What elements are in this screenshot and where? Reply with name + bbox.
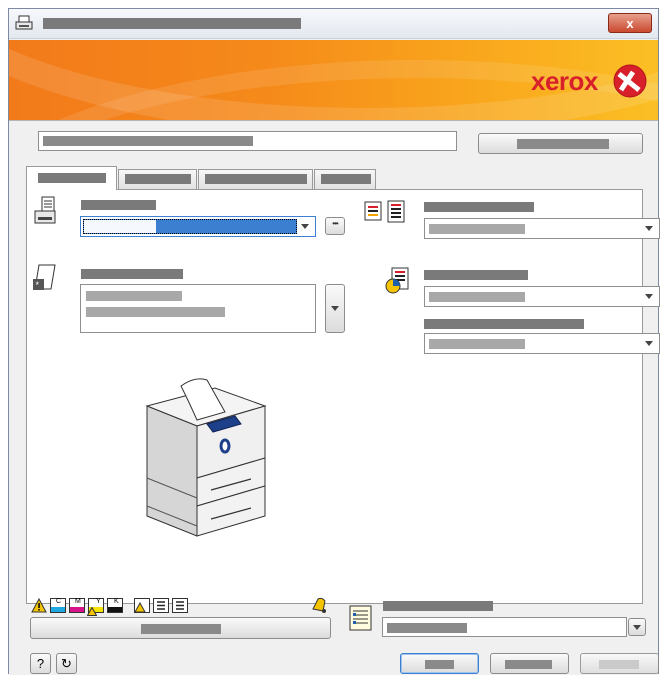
xerox-sphere-icon	[613, 64, 647, 98]
tab-printing-options[interactable]	[26, 166, 117, 190]
toner-magenta: M	[69, 598, 85, 613]
list-icon	[349, 605, 373, 631]
paper-summary-line-1	[86, 291, 182, 301]
tray-status-icon	[153, 598, 169, 613]
color-document-icon	[384, 267, 410, 295]
warning-icon	[31, 597, 47, 613]
summary-value	[387, 623, 467, 633]
paper-summary-line-2	[86, 307, 225, 317]
paper-icon: *	[31, 263, 57, 293]
tab-advanced[interactable]	[314, 169, 376, 189]
profile-name-text	[43, 136, 253, 146]
tab-label	[38, 173, 106, 183]
warning-icon	[86, 605, 98, 616]
job-type-label	[81, 200, 156, 210]
ok-button[interactable]	[400, 653, 479, 674]
xerox-logo-text: xerox	[531, 66, 598, 96]
output-destination-combo[interactable]	[424, 333, 660, 354]
help-button[interactable]: ?	[30, 653, 51, 674]
color-value	[429, 292, 525, 302]
window-title	[43, 18, 301, 29]
tab-panel: ••• *	[26, 189, 660, 604]
reset-button[interactable]: ↻	[56, 653, 77, 674]
printer-icon	[33, 196, 59, 226]
color-label	[424, 270, 528, 280]
tab-image-options[interactable]	[118, 169, 197, 189]
apply-button-label	[599, 660, 639, 669]
selected-text-left	[84, 220, 156, 233]
title-bar: x	[9, 9, 658, 39]
cancel-button[interactable]	[490, 653, 569, 674]
job-type-combo[interactable]	[80, 216, 316, 237]
chevron-down-icon	[645, 341, 653, 346]
toner-magenta-fill	[70, 607, 84, 612]
apply-button[interactable]	[580, 653, 659, 674]
toner-cyan-label: C	[56, 598, 62, 605]
output-destination-label	[424, 319, 584, 329]
tab-layout-watermark[interactable]	[198, 169, 313, 189]
profile-button[interactable]	[478, 133, 643, 154]
tab-label	[321, 174, 371, 184]
cancel-button-label	[505, 660, 552, 669]
close-button[interactable]: x	[608, 13, 652, 33]
brand-banner: xerox	[9, 40, 658, 120]
summary-dropdown-button[interactable]	[628, 618, 646, 636]
tab-label	[205, 174, 307, 184]
ellipsis-button[interactable]: •••	[325, 217, 345, 235]
paper-summary-box[interactable]	[80, 284, 316, 333]
dialog-content: ••• * C M Y K ? ↻	[9, 120, 660, 675]
toner-black: K	[107, 598, 123, 613]
toner-cyan-fill	[51, 607, 65, 612]
two-sided-value	[429, 224, 525, 234]
chevron-down-icon	[645, 294, 653, 299]
status-button-label	[141, 624, 221, 634]
output-destination-value	[429, 339, 525, 349]
color-combo[interactable]	[424, 286, 660, 307]
tab-label	[125, 174, 191, 184]
paper-dropdown-button[interactable]	[325, 284, 345, 333]
chevron-down-icon	[301, 224, 309, 229]
profile-button-label	[517, 139, 609, 149]
chevron-down-icon	[331, 306, 339, 311]
print-dialog-window: x xerox ••• * C M Y K ? ↻	[8, 8, 660, 675]
two-sided-combo[interactable]	[424, 218, 660, 239]
toner-yellow-label: Y	[96, 598, 101, 605]
two-sided-label	[424, 202, 534, 212]
toner-black-label: K	[114, 598, 119, 605]
toner-black-fill	[108, 607, 122, 612]
profile-name-field[interactable]	[38, 131, 457, 151]
toner-yellow: Y	[86, 598, 104, 616]
summary-combo[interactable]	[382, 617, 627, 637]
toner-magenta-label: M	[75, 598, 81, 605]
toner-cyan: C	[50, 598, 66, 613]
bell-icon[interactable]	[309, 595, 329, 615]
status-button[interactable]	[30, 617, 331, 639]
svg-text:*: *	[36, 280, 40, 290]
tray-status-icon	[172, 598, 188, 613]
chevron-down-icon	[633, 625, 641, 630]
printer-icon	[15, 15, 33, 31]
chevron-down-icon	[645, 226, 653, 231]
ok-button-label	[425, 660, 454, 669]
summary-label	[383, 601, 493, 611]
printer-illustration	[137, 366, 287, 551]
ellipsis-icon: •••	[332, 219, 338, 228]
paper-label	[81, 269, 183, 279]
document-lines-icon	[364, 200, 406, 224]
tray-warning-icon	[134, 598, 150, 613]
